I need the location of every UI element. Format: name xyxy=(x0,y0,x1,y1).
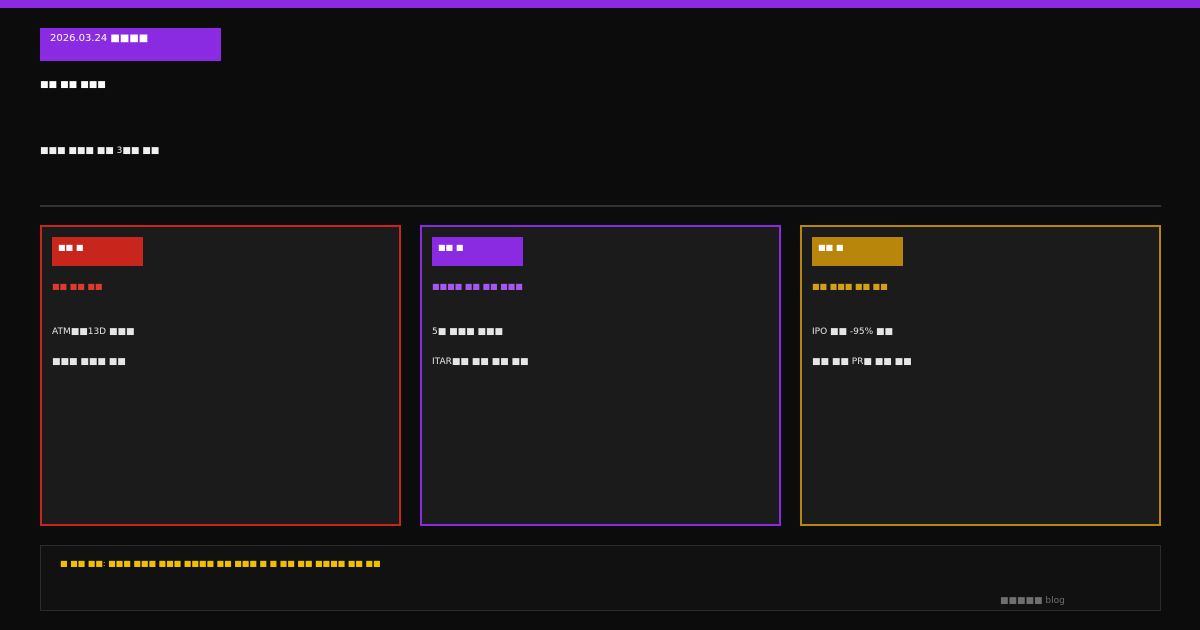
card-line: 5■ ■■■ ■■■ xyxy=(432,327,503,337)
date-badge-text: 2026.03.24 ■■■■ xyxy=(50,33,149,44)
card-headline: ■■■■ ■■ ■■ ■■■ xyxy=(432,282,523,291)
header-divider xyxy=(40,205,1161,207)
card-tag: ■■ ■ xyxy=(812,237,903,266)
date-badge: 2026.03.24 ■■■■ xyxy=(40,28,221,61)
card-line: ITAR■■ ■■ ■■ ■■ xyxy=(432,357,529,367)
page-title: ■■ ■■ ■■■ xyxy=(40,80,106,90)
blog-brand: ■■■■■ blog xyxy=(1000,596,1065,606)
footer-note-box: ■ ■■ ■■: ■■■ ■■■ ■■■ ■■■■ ■■ ■■■ ■ ■ ■■ … xyxy=(40,545,1161,611)
card-tag: ■■ ■ xyxy=(432,237,523,266)
card-purple: ■■ ■ ■■■■ ■■ ■■ ■■■ 5■ ■■■ ■■■ ITAR■■ ■■… xyxy=(420,225,781,526)
card-tag: ■■ ■ xyxy=(52,237,143,266)
card-gold: ■■ ■ ■■ ■■■ ■■ ■■ IPO ■■ -95% ■■ ■■ ■■ P… xyxy=(800,225,1161,526)
card-line: ATM■■13D ■■■ xyxy=(52,327,135,337)
card-headline: ■■ ■■■ ■■ ■■ xyxy=(812,282,888,291)
card-headline: ■■ ■■ ■■ xyxy=(52,282,103,291)
top-accent-bar xyxy=(0,0,1200,8)
card-red: ■■ ■ ■■ ■■ ■■ ATM■■13D ■■■ ■■■ ■■■ ■■ xyxy=(40,225,401,526)
card-line: ■■ ■■ PR■ ■■ ■■ xyxy=(812,357,912,367)
page-subtitle: ■■■ ■■■ ■■ 3■■ ■■ xyxy=(40,146,160,156)
footer-note: ■ ■■ ■■: ■■■ ■■■ ■■■ ■■■■ ■■ ■■■ ■ ■ ■■ … xyxy=(60,559,381,568)
card-line: IPO ■■ -95% ■■ xyxy=(812,327,894,337)
card-line: ■■■ ■■■ ■■ xyxy=(52,357,126,367)
